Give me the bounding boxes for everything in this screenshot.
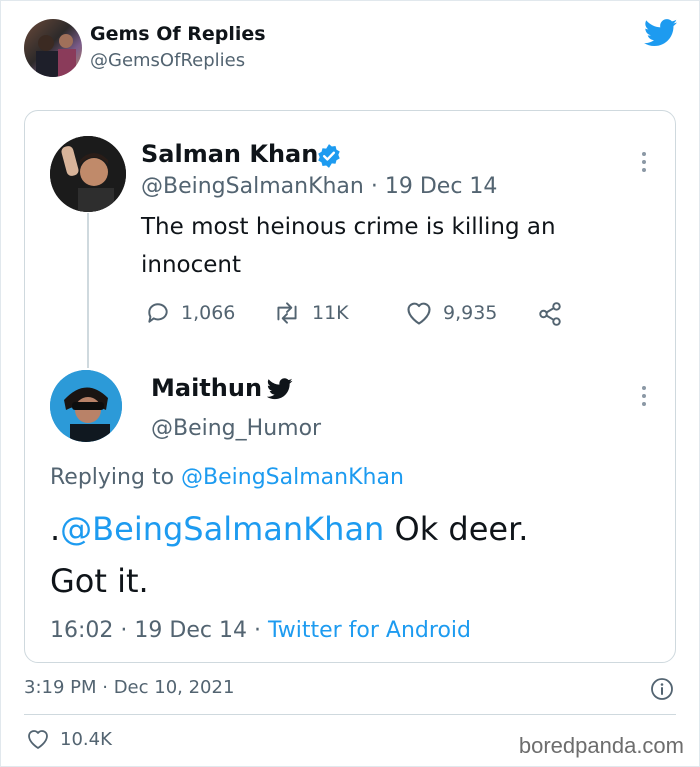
salman-avatar[interactable] xyxy=(50,136,126,212)
reply-text-line1: .@BeingSalmanKhan Ok deer. xyxy=(50,510,528,548)
reply-more-icon[interactable] xyxy=(642,386,646,406)
reply-meta: 16:02 · 19 Dec 14 · Twitter for Android xyxy=(50,618,471,643)
like-count-button[interactable]: 9,935 xyxy=(405,300,497,326)
meta-separator: · xyxy=(370,174,378,199)
account-avatar[interactable] xyxy=(24,19,82,77)
info-icon[interactable] xyxy=(650,677,674,705)
maithun-avatar[interactable] xyxy=(50,370,122,442)
footer-like-button[interactable]: 10.4K xyxy=(26,728,112,750)
reply-text-rest: Ok deer. xyxy=(384,510,529,548)
reply-text-line2: Got it. xyxy=(50,562,149,600)
more-icon[interactable] xyxy=(642,152,646,172)
tweet-timestamp[interactable]: 3:19 PM · Dec 10, 2021 xyxy=(24,677,234,698)
verified-badge-icon xyxy=(316,143,342,173)
footer-like-count: 10.4K xyxy=(60,728,112,750)
reply-date[interactable]: 19 Dec 14 xyxy=(134,618,247,643)
share-icon[interactable] xyxy=(537,301,563,331)
reply-icon xyxy=(148,303,168,323)
reply-text-prefix: . xyxy=(50,510,61,548)
original-author-name[interactable]: Salman Khan xyxy=(141,140,318,168)
reply-time[interactable]: 16:02 xyxy=(50,618,113,643)
reply-twitter-bird-icon xyxy=(266,378,293,404)
watermark: boredpanda.com xyxy=(518,733,684,758)
retweet-count-button[interactable]: 11K xyxy=(272,300,349,326)
retweet-icon xyxy=(277,302,297,324)
like-icon xyxy=(407,302,431,325)
footer-divider xyxy=(24,714,676,715)
reply-handle[interactable]: @Being_Humor xyxy=(151,416,321,441)
account-handle[interactable]: @GemsOfReplies xyxy=(90,50,245,71)
account-name[interactable]: Gems Of Replies xyxy=(90,23,266,45)
original-text-line1: The most heinous crime is killing an xyxy=(141,214,556,240)
thread-connector xyxy=(87,213,89,368)
reply-count-button[interactable]: 1,066 xyxy=(145,300,235,326)
like-count: 9,935 xyxy=(443,302,498,324)
reply-count: 1,066 xyxy=(181,302,236,324)
reply-meta-separator-2: · xyxy=(253,618,261,643)
original-text-line2: innocent xyxy=(141,252,242,278)
original-handle[interactable]: @BeingSalmanKhan xyxy=(141,174,364,199)
footer-like-icon xyxy=(28,730,48,749)
reply-meta-separator: · xyxy=(120,618,128,643)
reply-mention-link[interactable]: @BeingSalmanKhan xyxy=(60,510,384,548)
reply-author-name[interactable]: Maithun xyxy=(151,374,262,402)
replying-to-line: Replying to @BeingSalmanKhan xyxy=(50,465,404,490)
replying-to-link[interactable]: @BeingSalmanKhan xyxy=(181,465,404,490)
reply-source-link[interactable]: Twitter for Android xyxy=(268,618,471,643)
twitter-bird-icon xyxy=(643,19,678,51)
original-date[interactable]: 19 Dec 14 xyxy=(385,174,498,199)
replying-to-label: Replying to xyxy=(50,465,175,490)
original-meta: @BeingSalmanKhan · 19 Dec 14 xyxy=(141,174,497,199)
retweet-count: 11K xyxy=(312,302,349,324)
